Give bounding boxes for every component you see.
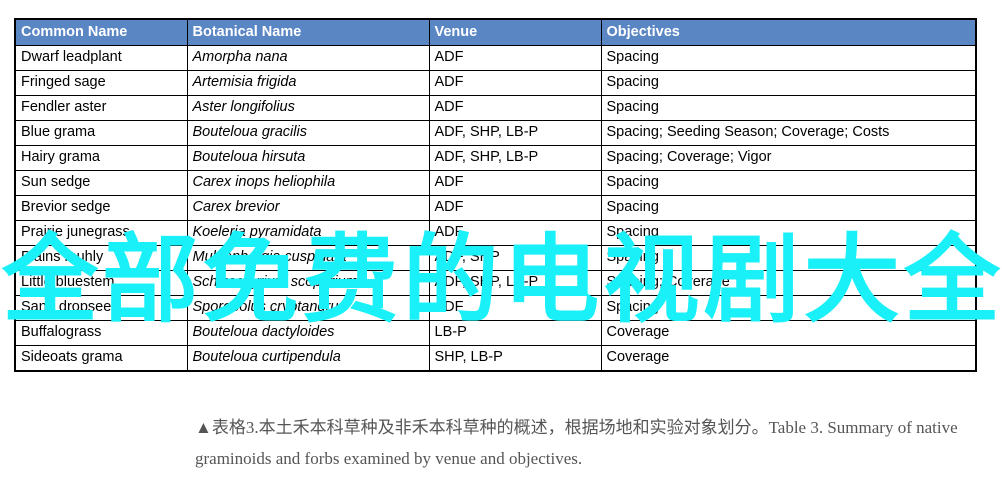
cell-botanical-name: Bouteloua curtipendula (186, 345, 430, 372)
table-header: Common Name Botanical Name Venue Objecti… (14, 18, 977, 46)
table-row: Brevior sedge Carex brevior ADF Spacing (14, 195, 977, 221)
cell-venue: ADF (428, 295, 602, 321)
cell-objectives: Spacing (600, 220, 977, 246)
cell-venue: ADF (428, 95, 602, 121)
cell-objectives: Spacing; Coverage (600, 270, 977, 296)
caption-text: 表格3.本土禾本科草种及非禾本科草种的概述，根据场地和实验对象划分。Table … (195, 418, 958, 468)
column-header-venue[interactable]: Venue (428, 18, 602, 46)
table-row: Sand dropseed Sporobolus cryptandrus ADF Sp… (14, 295, 977, 321)
cell-common-name: Little bluestem (14, 270, 188, 296)
table-caption: ▲表格3.本土禾本科草种及非禾本科草种的概述，根据场地和实验对象划分。Table… (195, 412, 985, 474)
table-row: Dwarf leadplant Amorpha nana ADF Spacing (14, 45, 977, 71)
cell-venue: ADF, SHP, LB-P (428, 270, 602, 296)
cell-objectives: Spacing (600, 195, 977, 221)
column-header-botanical-name[interactable]: Botanical Name (186, 18, 430, 46)
cell-common-name: Hairy grama (14, 145, 188, 171)
table-row: Plains muhly Muhlenbergia cuspidata ADF, S… (14, 245, 977, 271)
cell-venue: ADF (428, 195, 602, 221)
cell-venue: ADF, SHP (428, 245, 602, 271)
cell-botanical-name: Bouteloua gracilis (186, 120, 430, 146)
table-row: Sideoats grama Bouteloua curtipendula SHP,… (14, 345, 977, 372)
cell-common-name: Fringed sage (14, 70, 188, 96)
cell-botanical-name: Schizachyrium scoparium (186, 270, 430, 296)
cell-botanical-name: Artemisia frigida (186, 70, 430, 96)
table-row: Prairie junegrass Koeleria pyramidata ADF S… (14, 220, 977, 246)
cell-objectives: Spacing (600, 95, 977, 121)
cell-common-name: Sideoats grama (14, 345, 188, 372)
cell-objectives: Spacing; Seeding Season; Coverage; Costs (600, 120, 977, 146)
table-row: Hairy grama Bouteloua hirsuta ADF, SHP, LB… (14, 145, 977, 171)
table-row: Fendler aster Aster longifolius ADF Spacing (14, 95, 977, 121)
column-header-objectives[interactable]: Objectives (600, 18, 977, 46)
table-header-row: Common Name Botanical Name Venue Objecti… (14, 18, 977, 46)
cell-common-name: Dwarf leadplant (14, 45, 188, 71)
cell-common-name: Fendler aster (14, 95, 188, 121)
column-header-common-name[interactable]: Common Name (14, 18, 188, 46)
cell-botanical-name: Amorpha nana (186, 45, 430, 71)
cell-objectives: Spacing (600, 170, 977, 196)
cell-botanical-name: Bouteloua hirsuta (186, 145, 430, 171)
caption-marker-icon: ▲ (195, 418, 212, 437)
cell-venue: ADF, SHP, LB-P (428, 120, 602, 146)
cell-common-name: Buffalograss (14, 320, 188, 346)
cell-objectives: Spacing (600, 45, 977, 71)
cell-objectives: Spacing (600, 245, 977, 271)
species-table: Common Name Botanical Name Venue Objecti… (14, 18, 977, 372)
cell-objectives: Spacing (600, 295, 977, 321)
table-row: Blue grama Bouteloua gracilis ADF, SHP, LB… (14, 120, 977, 146)
cell-botanical-name: Aster longifolius (186, 95, 430, 121)
cell-common-name: Sun sedge (14, 170, 188, 196)
cell-venue: SHP, LB-P (428, 345, 602, 372)
cell-venue: ADF (428, 220, 602, 246)
cell-objectives: Coverage (600, 345, 977, 372)
cell-objectives: Coverage (600, 320, 977, 346)
cell-botanical-name: Carex inops heliophila (186, 170, 430, 196)
page-root: Common Name Botanical Name Venue Objecti… (0, 0, 1002, 500)
table-body: Dwarf leadplant Amorpha nana ADF Spacing Fri… (14, 45, 977, 372)
table-row: Buffalograss Bouteloua dactyloides LB-P Cov… (14, 320, 977, 346)
table-row: Little bluestem Schizachyrium scoparium AD… (14, 270, 977, 296)
cell-objectives: Spacing (600, 70, 977, 96)
cell-botanical-name: Muhlenbergia cuspidata (186, 245, 430, 271)
cell-common-name: Sand dropseed (14, 295, 188, 321)
cell-venue: LB-P (428, 320, 602, 346)
cell-botanical-name: Koeleria pyramidata (186, 220, 430, 246)
cell-common-name: Plains muhly (14, 245, 188, 271)
cell-venue: ADF (428, 45, 602, 71)
cell-botanical-name: Bouteloua dactyloides (186, 320, 430, 346)
cell-botanical-name: Carex brevior (186, 195, 430, 221)
species-table-container: Common Name Botanical Name Venue Objecti… (14, 18, 977, 372)
cell-venue: ADF (428, 70, 602, 96)
table-row: Fringed sage Artemisia frigida ADF Spacing (14, 70, 977, 96)
cell-common-name: Prairie junegrass (14, 220, 188, 246)
cell-common-name: Brevior sedge (14, 195, 188, 221)
table-row: Sun sedge Carex inops heliophila ADF Spacin… (14, 170, 977, 196)
cell-common-name: Blue grama (14, 120, 188, 146)
cell-botanical-name: Sporobolus cryptandrus (186, 295, 430, 321)
cell-objectives: Spacing; Coverage; Vigor (600, 145, 977, 171)
cell-venue: ADF (428, 170, 602, 196)
cell-venue: ADF, SHP, LB-P (428, 145, 602, 171)
